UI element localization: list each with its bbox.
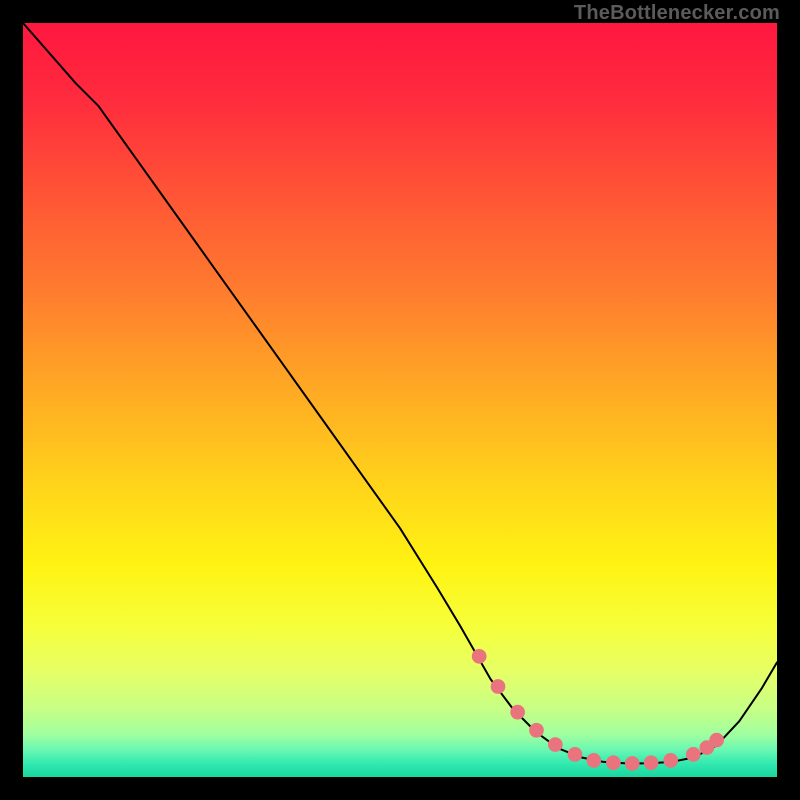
- chart-stage: TheBottlenecker.com: [0, 0, 800, 800]
- optimal-dot: [472, 650, 486, 664]
- optimal-dot: [644, 756, 658, 770]
- optimal-dot: [549, 738, 563, 752]
- gradient-rect: [23, 23, 777, 777]
- optimal-dot: [530, 723, 544, 737]
- optimal-dot: [491, 680, 505, 694]
- optimal-dot: [710, 733, 724, 747]
- plot-area: [23, 23, 777, 777]
- optimal-dot: [687, 748, 701, 762]
- optimal-dot: [568, 748, 582, 762]
- plot-svg: [23, 23, 777, 777]
- optimal-dot: [664, 754, 678, 768]
- optimal-dot: [607, 756, 621, 770]
- optimal-dot: [625, 757, 639, 771]
- optimal-dot: [511, 705, 525, 719]
- optimal-dot: [587, 754, 601, 768]
- watermark-text: TheBottlenecker.com: [574, 2, 780, 25]
